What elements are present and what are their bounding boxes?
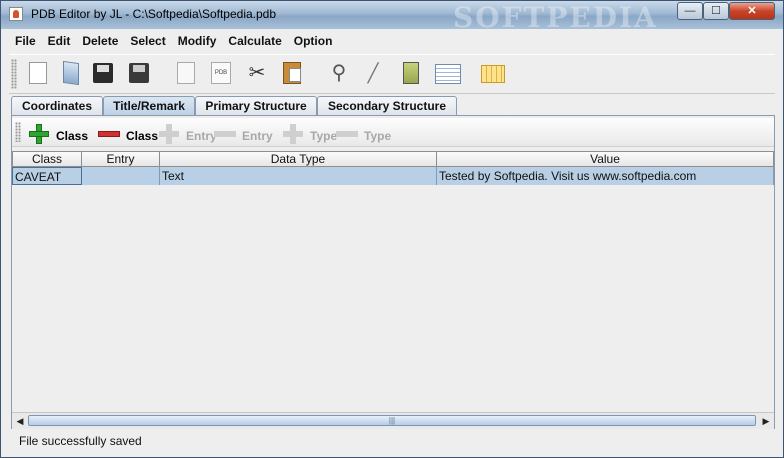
page-icon[interactable] bbox=[177, 62, 195, 84]
remove-entry-label: Entry bbox=[242, 129, 273, 143]
status-bar: File successfully saved bbox=[19, 434, 142, 448]
app-window: PDB Editor by JL - C:\Softpedia\Softpedi… bbox=[0, 0, 784, 458]
tab-secondary-structure[interactable]: Secondary Structure bbox=[317, 96, 457, 116]
tab-title-remark[interactable]: Title/Remark bbox=[103, 96, 195, 116]
remove-entry-button[interactable]: Entry bbox=[214, 121, 278, 143]
minus-icon bbox=[98, 123, 120, 145]
remove-class-button[interactable]: Class bbox=[98, 121, 162, 143]
cell-class[interactable]: CAVEAT bbox=[12, 167, 82, 185]
scroll-thumb[interactable]: ||| bbox=[28, 415, 756, 426]
menu-edit[interactable]: Edit bbox=[42, 30, 77, 52]
cell-value[interactable]: Tested by Softpedia. Visit us www.softpe… bbox=[437, 167, 774, 185]
tab-panel: Class Class Entry Entry Type Type Class … bbox=[11, 115, 775, 429]
table-header: Class Entry Data Type Value bbox=[12, 151, 774, 167]
cell-entry[interactable] bbox=[82, 167, 160, 185]
add-class-label: Class bbox=[56, 129, 89, 143]
maximize-button[interactable]: ☐ bbox=[703, 2, 729, 20]
save-as-icon[interactable] bbox=[129, 63, 149, 83]
menu-delete[interactable]: Delete bbox=[76, 30, 124, 52]
pdb-icon[interactable]: PDB bbox=[211, 62, 231, 84]
add-type-label: Type bbox=[310, 129, 338, 143]
menu-file[interactable]: File bbox=[9, 30, 42, 52]
list-icon[interactable] bbox=[435, 64, 461, 84]
tab-primary-structure[interactable]: Primary Structure bbox=[195, 96, 317, 116]
menu-bar: File Edit Delete Select Modify Calculate Optio… bbox=[9, 30, 775, 52]
scroll-left-icon[interactable]: ◀ bbox=[12, 413, 28, 429]
save-icon[interactable] bbox=[93, 63, 113, 83]
remove-class-label: Class bbox=[126, 129, 159, 143]
menu-option[interactable]: Option bbox=[288, 30, 339, 52]
minus-icon bbox=[214, 123, 236, 145]
find-icon[interactable]: ⚲ bbox=[327, 61, 351, 85]
java-app-icon bbox=[9, 7, 23, 21]
remark-table: Class Entry Data Type Value CAVEAT Text … bbox=[12, 151, 774, 413]
add-entry-button[interactable]: Entry bbox=[158, 121, 222, 145]
remove-type-label: Type bbox=[364, 129, 392, 143]
new-icon[interactable] bbox=[29, 62, 47, 84]
column-header-data-type[interactable]: Data Type bbox=[160, 151, 437, 167]
column-header-class[interactable]: Class bbox=[12, 151, 82, 167]
column-header-entry[interactable]: Entry bbox=[82, 151, 160, 167]
cut-icon[interactable]: ✂ bbox=[245, 61, 269, 85]
toolbar-grip[interactable] bbox=[11, 59, 17, 89]
column-header-value[interactable]: Value bbox=[437, 151, 774, 167]
minimize-button[interactable]: — bbox=[677, 2, 703, 20]
plus-icon bbox=[158, 123, 180, 145]
add-type-button[interactable]: Type bbox=[282, 121, 340, 145]
open-icon[interactable] bbox=[63, 60, 79, 86]
minus-icon bbox=[336, 123, 358, 145]
remove-type-button[interactable]: Type bbox=[336, 121, 394, 143]
main-toolbar: PDB ✂ ⚲ ╱ bbox=[9, 54, 775, 94]
close-button[interactable]: ✕ bbox=[729, 2, 775, 20]
window-title: PDB Editor by JL - C:\Softpedia\Softpedi… bbox=[31, 7, 277, 21]
edit-toolbar-grip[interactable] bbox=[15, 122, 21, 142]
menu-calculate[interactable]: Calculate bbox=[222, 30, 287, 52]
table-row[interactable]: CAVEAT Text Tested by Softpedia. Visit u… bbox=[12, 167, 774, 185]
paste-icon[interactable] bbox=[283, 62, 301, 84]
scroll-right-icon[interactable]: ▶ bbox=[758, 413, 774, 429]
add-entry-label: Entry bbox=[186, 129, 217, 143]
menu-select[interactable]: Select bbox=[124, 30, 171, 52]
calendar-icon[interactable] bbox=[481, 65, 505, 83]
pen-icon[interactable]: ╱ bbox=[361, 61, 385, 85]
calculator-icon[interactable] bbox=[403, 62, 419, 84]
plus-icon bbox=[28, 123, 50, 145]
tab-coordinates[interactable]: Coordinates bbox=[11, 96, 103, 116]
edit-toolbar: Class Class Entry Entry Type Type bbox=[12, 118, 774, 147]
horizontal-scrollbar[interactable]: ◀ ||| ▶ bbox=[12, 412, 774, 429]
cell-data-type[interactable]: Text bbox=[160, 167, 437, 185]
menu-modify[interactable]: Modify bbox=[172, 30, 223, 52]
title-bar[interactable]: PDB Editor by JL - C:\Softpedia\Softpedi… bbox=[1, 1, 783, 34]
plus-icon bbox=[282, 123, 304, 145]
add-class-button[interactable]: Class bbox=[28, 121, 92, 145]
